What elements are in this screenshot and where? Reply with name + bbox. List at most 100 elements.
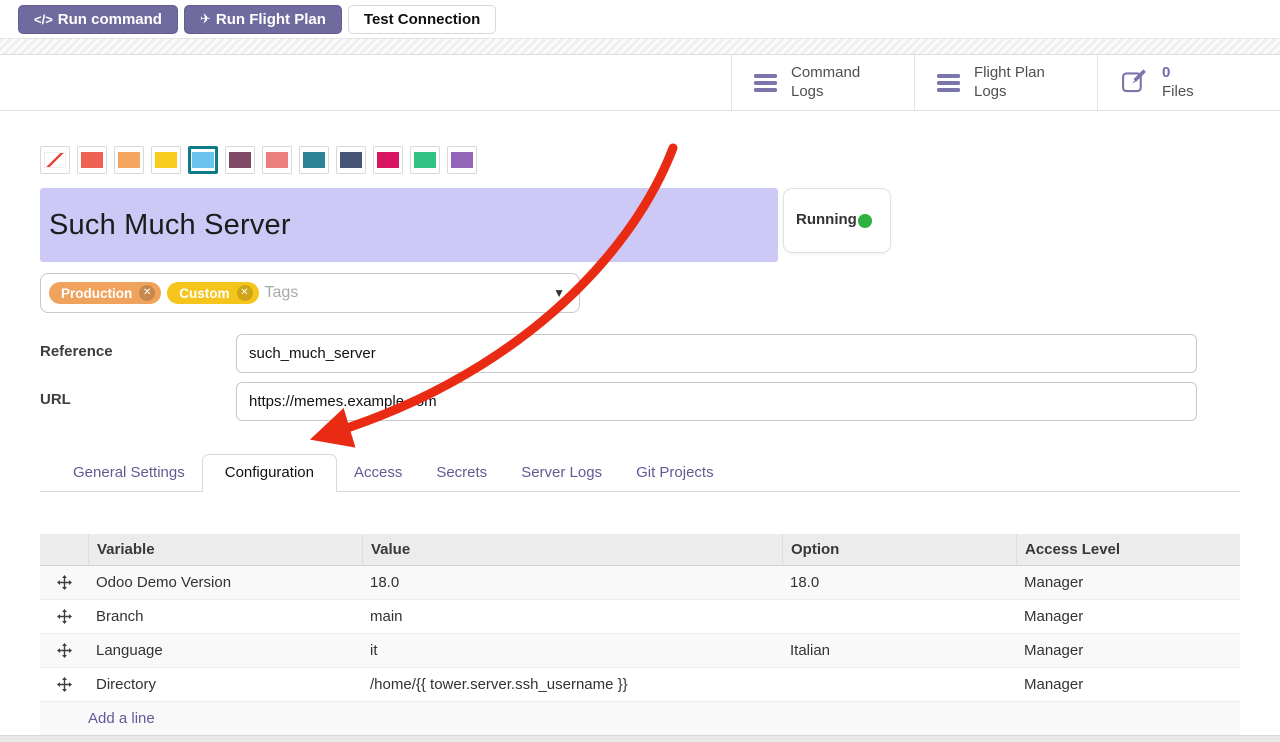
remove-tag-icon[interactable]: ✕	[237, 285, 253, 301]
color-fill	[414, 152, 436, 168]
color-swatch-light-blue[interactable]	[188, 146, 218, 174]
test-connection-button[interactable]: Test Connection	[348, 5, 496, 34]
table-body: Odoo Demo Version18.018.0ManagerBranchma…	[40, 566, 1240, 702]
flight-plan-logs-label-line2: Logs	[974, 83, 1007, 100]
tab-configuration[interactable]: Configuration	[202, 454, 337, 492]
color-fill	[266, 152, 288, 168]
cell-option[interactable]: Italian	[782, 634, 1016, 667]
field-list: Reference URL	[40, 334, 1240, 421]
tags-placeholder: Tags	[265, 284, 299, 302]
chevron-down-icon[interactable]: ▼	[553, 286, 565, 300]
color-palette	[40, 146, 1240, 174]
cell-access-level[interactable]: Manager	[1016, 566, 1240, 599]
cell-option[interactable]	[782, 668, 1016, 701]
code-icon: </>	[34, 12, 53, 27]
color-swatch-none[interactable]	[40, 146, 70, 174]
column-header-variable: Variable	[88, 534, 362, 565]
reference-label: Reference	[40, 334, 236, 360]
tab-secrets[interactable]: Secrets	[419, 455, 504, 491]
cell-option[interactable]: 18.0	[782, 566, 1016, 599]
tag-production[interactable]: Production ✕	[49, 282, 161, 304]
color-fill	[377, 152, 399, 168]
record-form: Such Much Server Running Production✕Cust…	[0, 146, 1280, 736]
color-swatch-red[interactable]	[77, 146, 107, 174]
cell-variable[interactable]: Directory	[88, 668, 362, 701]
cell-access-level[interactable]: Manager	[1016, 600, 1240, 633]
top-toolbar: </> Run command ✈Run Flight Plan Test Con…	[0, 0, 1280, 38]
color-fill	[451, 152, 473, 168]
drag-handle-icon[interactable]	[40, 668, 88, 701]
stat-button-bar: Command Logs Flight Plan Logs 0 Files	[0, 55, 1280, 111]
run-command-button[interactable]: </> Run command	[18, 5, 178, 34]
color-fill	[81, 152, 103, 168]
drag-handle-icon[interactable]	[40, 600, 88, 633]
cell-variable[interactable]: Odoo Demo Version	[88, 566, 362, 599]
files-label: Files	[1162, 83, 1194, 100]
column-header-access-level: Access Level	[1016, 534, 1240, 565]
color-swatch-salmon[interactable]	[262, 146, 292, 174]
cell-access-level[interactable]: Manager	[1016, 634, 1240, 667]
no-color-icon	[44, 152, 66, 168]
edit-icon	[1120, 67, 1148, 99]
column-header-value: Value	[362, 534, 782, 565]
flight-plan-logs-button[interactable]: Flight Plan Logs	[914, 55, 1097, 110]
color-swatch-yellow[interactable]	[151, 146, 181, 174]
cell-option[interactable]	[782, 600, 1016, 633]
table-row[interactable]: Branchmain Manager	[40, 600, 1240, 634]
files-button[interactable]: 0 Files	[1097, 55, 1280, 110]
run-flight-plan-button[interactable]: ✈Run Flight Plan	[184, 5, 342, 34]
running-status-dot	[858, 214, 872, 228]
list-icon	[754, 74, 777, 92]
run-command-label: Run command	[58, 11, 162, 28]
command-logs-label-line2: Logs	[791, 83, 824, 100]
color-swatch-dark-purple[interactable]	[225, 146, 255, 174]
run-flight-plan-label: Run Flight Plan	[216, 11, 326, 28]
command-logs-button[interactable]: Command Logs	[731, 55, 914, 110]
page-title: Such Much Server	[49, 209, 291, 242]
progress-stripe-bar	[0, 38, 1280, 55]
cell-value[interactable]: it	[362, 634, 782, 667]
table-row[interactable]: Directory/home/{{ tower.server.ssh_usern…	[40, 668, 1240, 702]
cell-value[interactable]: main	[362, 600, 782, 633]
drag-handle-icon[interactable]	[40, 634, 88, 667]
reference-input[interactable]	[236, 334, 1197, 373]
tab-general-settings[interactable]: General Settings	[56, 455, 202, 491]
table-row[interactable]: Odoo Demo Version18.018.0Manager	[40, 566, 1240, 600]
tags-input[interactable]: Production ✕ Custom ✕ Tags ▼	[40, 273, 580, 313]
color-swatch-teal[interactable]	[299, 146, 329, 174]
color-swatch-purple[interactable]	[447, 146, 477, 174]
table-row[interactable]: LanguageitItalianManager	[40, 634, 1240, 668]
status-card: Running	[783, 188, 891, 253]
tag-custom[interactable]: Custom ✕	[167, 282, 258, 304]
color-fill	[118, 152, 140, 168]
tag-label: Custom	[179, 286, 229, 301]
tab-server-logs[interactable]: Server Logs	[504, 455, 619, 491]
column-header-option: Option	[782, 534, 1016, 565]
field-row-reference: Reference	[40, 334, 1240, 373]
color-swatch-orange[interactable]	[114, 146, 144, 174]
record-title-field[interactable]: Such Much Server	[40, 188, 778, 262]
tab-access[interactable]: Access	[337, 455, 419, 491]
cell-variable[interactable]: Language	[88, 634, 362, 667]
table-header-row: Variable Value Option Access Level	[40, 534, 1240, 566]
files-count: 0	[1162, 64, 1170, 81]
drag-handle-icon[interactable]	[40, 566, 88, 599]
color-swatch-green[interactable]	[410, 146, 440, 174]
configuration-table: Variable Value Option Access Level Odoo …	[40, 534, 1240, 736]
command-logs-label-line1: Command	[791, 64, 860, 81]
remove-tag-icon[interactable]: ✕	[139, 285, 155, 301]
color-fill	[229, 152, 251, 168]
status-label: Running	[796, 211, 848, 230]
tab-git-projects[interactable]: Git Projects	[619, 455, 731, 491]
cell-access-level[interactable]: Manager	[1016, 668, 1240, 701]
color-swatch-dark-blue[interactable]	[336, 146, 366, 174]
flight-plan-logs-label-line1: Flight Plan	[974, 64, 1045, 81]
cell-value[interactable]: /home/{{ tower.server.ssh_username }}	[362, 668, 782, 701]
tag-label: Production	[61, 286, 132, 301]
color-swatch-raspberry[interactable]	[373, 146, 403, 174]
cell-value[interactable]: 18.0	[362, 566, 782, 599]
url-label: URL	[40, 382, 236, 408]
url-input[interactable]	[236, 382, 1197, 421]
cell-variable[interactable]: Branch	[88, 600, 362, 633]
add-a-line-link[interactable]: Add a line	[88, 710, 362, 727]
